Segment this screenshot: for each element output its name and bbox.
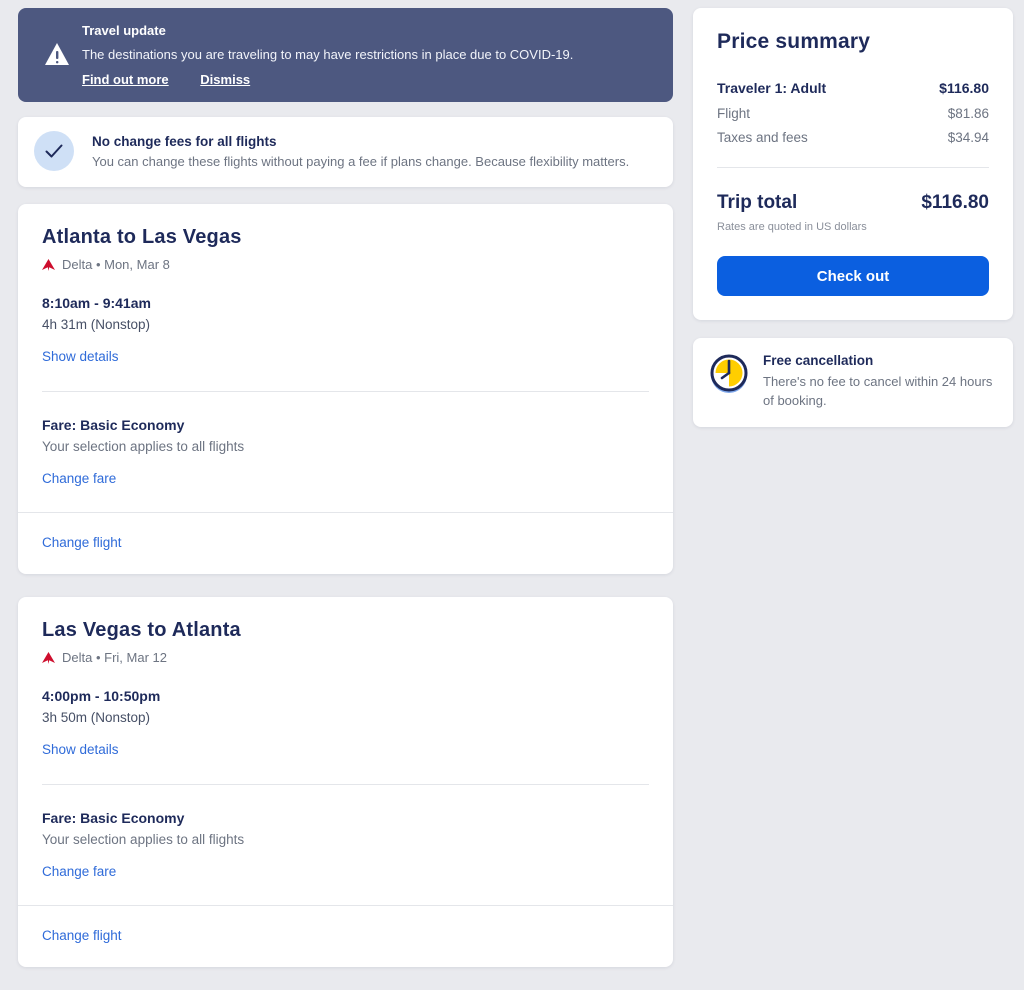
delta-logo-icon bbox=[42, 651, 55, 664]
fare-title: Fare: Basic Economy bbox=[42, 810, 185, 826]
check-circle-icon bbox=[34, 131, 74, 171]
no-change-fees-card: No change fees for all flights You can c… bbox=[18, 117, 673, 187]
find-out-more-link[interactable]: Find out more bbox=[82, 72, 169, 87]
price-row-label: Traveler 1: Adult bbox=[717, 80, 827, 96]
banner-content: Travel update The destinations you are t… bbox=[82, 21, 653, 87]
flight-card-return: Las Vegas to Atlanta Delta • Fri, Mar 12… bbox=[18, 597, 673, 967]
delta-logo-icon bbox=[42, 258, 55, 271]
clock-icon bbox=[707, 353, 751, 411]
main-column: Travel update The destinations you are t… bbox=[18, 8, 673, 990]
change-fare-link[interactable]: Change fare bbox=[42, 471, 116, 486]
price-row-value: $116.80 bbox=[939, 80, 989, 96]
price-row-traveler: Traveler 1: Adult $116.80 bbox=[717, 80, 989, 96]
price-row-label: Flight bbox=[717, 106, 751, 121]
price-rows: Traveler 1: Adult $116.80 Flight $81.86 … bbox=[717, 80, 989, 145]
price-summary-card: Price summary Traveler 1: Adult $116.80 … bbox=[693, 8, 1013, 320]
free-cancellation-card: Free cancellation There's no fee to canc… bbox=[693, 338, 1013, 427]
fare-note: Your selection applies to all flights bbox=[42, 832, 245, 847]
show-details-link[interactable]: Show details bbox=[42, 349, 119, 364]
price-row-taxes: Taxes and fees $34.94 bbox=[717, 130, 989, 145]
divider bbox=[42, 784, 649, 785]
divider bbox=[42, 391, 649, 392]
airline-date-line: Delta • Mon, Mar 8 bbox=[42, 257, 649, 272]
airline-date-line: Delta • Fri, Mar 12 bbox=[42, 650, 649, 665]
change-flight-link[interactable]: Change flight bbox=[42, 928, 122, 943]
airline-date-text: Delta • Mon, Mar 8 bbox=[62, 257, 170, 272]
change-fare-link[interactable]: Change fare bbox=[42, 864, 116, 879]
flight-footer: Change flight bbox=[18, 905, 673, 967]
flight-card-outbound: Atlanta to Las Vegas Delta • Mon, Mar 8 … bbox=[18, 204, 673, 574]
travel-update-banner: Travel update The destinations you are t… bbox=[18, 8, 673, 102]
dismiss-link[interactable]: Dismiss bbox=[200, 72, 250, 87]
fare-note: Your selection applies to all flights bbox=[42, 439, 245, 454]
fare-title: Fare: Basic Economy bbox=[42, 417, 185, 433]
flight-footer: Change flight bbox=[18, 512, 673, 574]
trip-total-label: Trip total bbox=[717, 192, 798, 213]
flight-times: 4:00pm - 10:50pm bbox=[42, 688, 161, 704]
price-row-value: $34.94 bbox=[947, 130, 989, 145]
price-row-label: Taxes and fees bbox=[717, 130, 808, 145]
free-cancellation-text: There's no fee to cancel within 24 hours… bbox=[763, 374, 993, 408]
banner-links: Find out more Dismiss bbox=[82, 72, 653, 87]
free-cancellation-title: Free cancellation bbox=[763, 353, 874, 368]
flight-times: 8:10am - 9:41am bbox=[42, 295, 151, 311]
flight-main: Las Vegas to Atlanta Delta • Fri, Mar 12… bbox=[18, 597, 673, 905]
rates-note: Rates are quoted in US dollars bbox=[717, 221, 867, 233]
price-summary-title: Price summary bbox=[717, 30, 871, 53]
show-details-link[interactable]: Show details bbox=[42, 742, 119, 757]
flight-title: Las Vegas to Atlanta bbox=[42, 619, 241, 641]
flight-main: Atlanta to Las Vegas Delta • Mon, Mar 8 … bbox=[18, 204, 673, 512]
trip-total-row: Trip total $116.80 bbox=[717, 192, 989, 214]
price-row-value: $81.86 bbox=[947, 106, 989, 121]
divider bbox=[717, 167, 989, 168]
price-row-flight: Flight $81.86 bbox=[717, 106, 989, 121]
checkout-button[interactable]: Check out bbox=[717, 256, 989, 296]
summary-column: Price summary Traveler 1: Adult $116.80 … bbox=[693, 8, 1013, 990]
no-change-fees-content: No change fees for all flights You can c… bbox=[92, 134, 629, 169]
banner-message: The destinations you are traveling to ma… bbox=[82, 47, 574, 62]
airline-date-text: Delta • Fri, Mar 12 bbox=[62, 650, 167, 665]
change-flight-link[interactable]: Change flight bbox=[42, 535, 122, 550]
trip-total-value: $116.80 bbox=[921, 192, 989, 213]
no-change-fees-subtitle: You can change these flights without pay… bbox=[92, 153, 630, 169]
free-cancellation-content: Free cancellation There's no fee to canc… bbox=[763, 353, 995, 411]
banner-title: Travel update bbox=[82, 23, 166, 38]
warning-icon bbox=[32, 21, 82, 87]
flight-title: Atlanta to Las Vegas bbox=[42, 226, 242, 248]
checkout-page: Travel update The destinations you are t… bbox=[0, 0, 1024, 990]
flight-duration: 4h 31m (Nonstop) bbox=[42, 317, 151, 332]
no-change-fees-title: No change fees for all flights bbox=[92, 133, 277, 149]
flight-duration: 3h 50m (Nonstop) bbox=[42, 710, 151, 725]
